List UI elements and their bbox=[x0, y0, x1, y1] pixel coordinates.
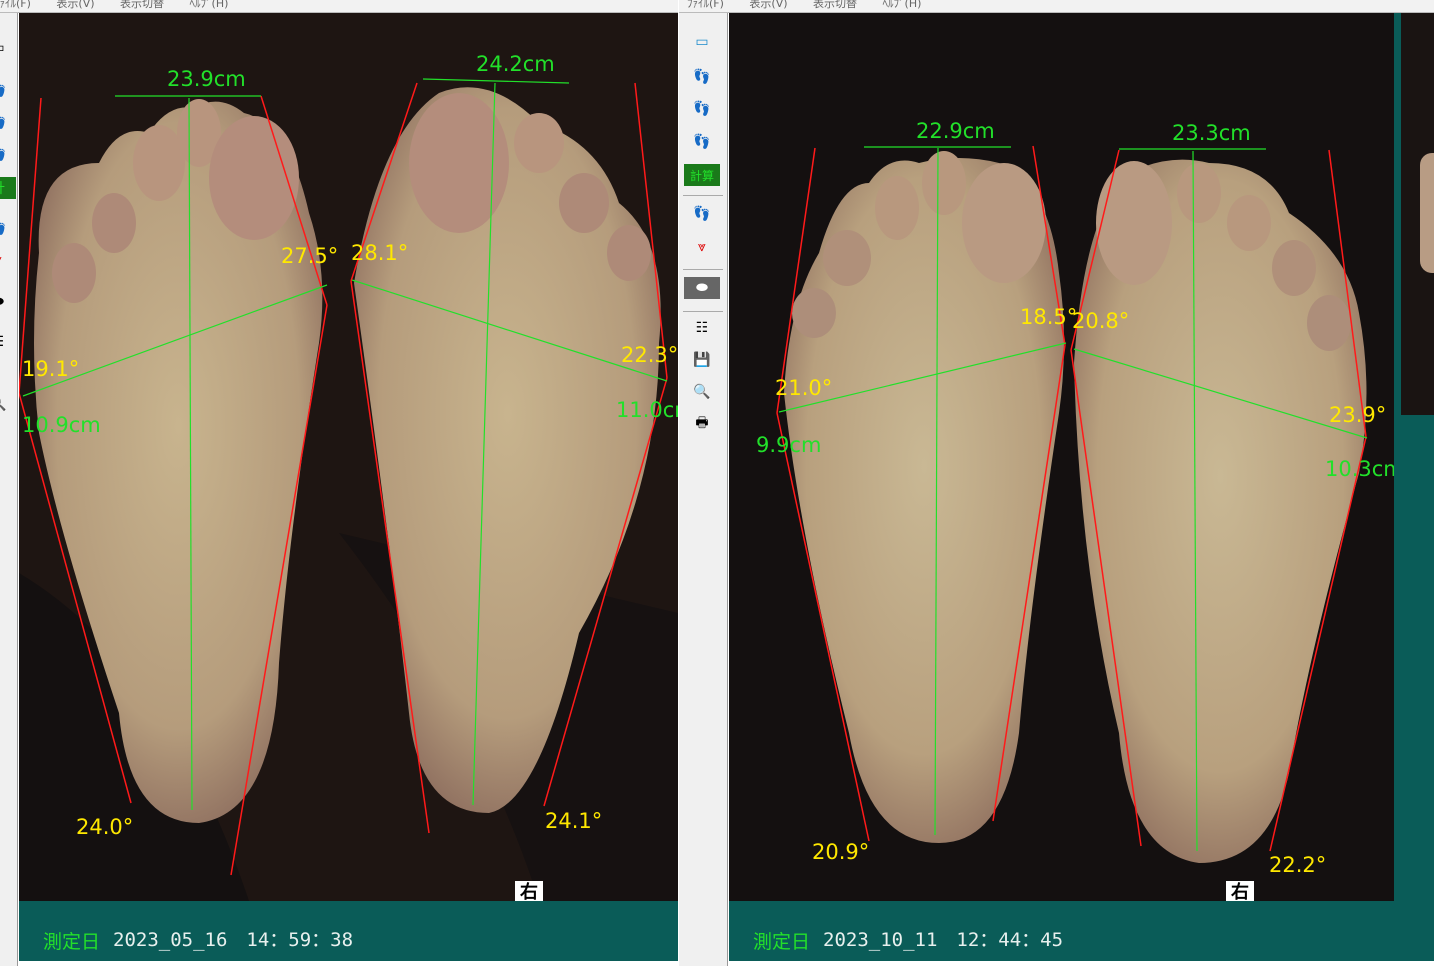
right-length-label: 24.2cm bbox=[476, 52, 555, 76]
gray-feet-icon[interactable]: 👣 bbox=[0, 111, 16, 133]
menu-help[interactable]: ﾍﾙﾌﾟ(H) bbox=[883, 0, 922, 10]
right-length-label: 23.3cm bbox=[1172, 121, 1251, 145]
toolbar-separator bbox=[683, 311, 723, 312]
right-window: ﾌｧｲﾙ(F) 表示(V) 表示切替 ﾍﾙﾌﾟ(H) ▭ 👣 👣 👣 計算 👣 … bbox=[679, 0, 1434, 966]
search-icon[interactable]: 🔍 bbox=[0, 393, 16, 415]
date-label-left: 測定日 bbox=[43, 931, 101, 953]
left-inner-angle-label: 27.5° bbox=[281, 244, 339, 268]
foot-scan-image-left: 23.9cm 24.2cm 27.5° 28.1° 19.1° 22.3° 10… bbox=[19, 13, 678, 901]
menu-help[interactable]: ﾍﾙﾌﾟ(H) bbox=[190, 0, 229, 10]
right-inner-angle-label: 20.8° bbox=[1072, 309, 1130, 333]
print-icon[interactable]: 🖶 bbox=[684, 413, 720, 435]
menu-switch[interactable]: 表示切替 bbox=[120, 0, 164, 10]
menu-file[interactable]: ﾌｧｲﾙ(F) bbox=[0, 0, 31, 10]
menu-switch[interactable]: 表示切替 bbox=[813, 0, 857, 10]
left-window: ﾌｧｲﾙ(F) 表示(V) 表示切替 ﾍﾙﾌﾟ(H) ▭ 👣 👣 👣 計 👣 ⩔… bbox=[0, 0, 678, 966]
report-icon[interactable]: ☷ bbox=[0, 331, 16, 353]
right-width-label: 10.3cm bbox=[1325, 457, 1394, 481]
menu-view[interactable]: 表示(V) bbox=[749, 0, 787, 10]
toolbar-separator bbox=[683, 195, 723, 196]
right-inner-angle-label: 28.1° bbox=[351, 241, 409, 265]
toolbar-right: ▭ 👣 👣 👣 計算 👣 ⩔ ⬬ ☷ 💾 🔍 🖶 bbox=[679, 13, 728, 966]
right-heel-angle-label: 24.1° bbox=[545, 809, 603, 833]
left-outer-angle-label: 21.0° bbox=[775, 376, 833, 400]
right-heel-angle-label: 22.2° bbox=[1269, 853, 1327, 877]
report-icon[interactable]: ☷ bbox=[684, 317, 720, 339]
menu-file[interactable]: ﾌｧｲﾙ(F) bbox=[687, 0, 724, 10]
right-width-label: 11.0cm bbox=[616, 398, 678, 422]
right-outer-angle-label: 22.3° bbox=[621, 343, 678, 367]
foot-scan-svg-right bbox=[729, 13, 1394, 901]
left-outer-angle-label: 19.1° bbox=[22, 357, 80, 381]
left-length-label: 23.9cm bbox=[167, 67, 246, 91]
menu-bar-right: ﾌｧｲﾙ(F) 表示(V) 表示切替 ﾍﾙﾌﾟ(H) bbox=[679, 0, 1434, 13]
toolbar-left: ▭ 👣 👣 👣 計 👣 ⩔ ⬬ ☷ 🔍 bbox=[0, 13, 18, 966]
footer-left: 測定日 2023_05_16 14：59：38 bbox=[19, 901, 678, 961]
color-feet-icon[interactable]: 👣 bbox=[0, 79, 16, 101]
calculate-button[interactable]: 計算 bbox=[684, 164, 720, 186]
left-heel-angle-label: 24.0° bbox=[76, 815, 134, 839]
scanner-icon[interactable]: ▭ bbox=[684, 31, 720, 53]
red-feet-icon[interactable]: 👣 bbox=[684, 203, 720, 225]
thumbnail-preview bbox=[1401, 13, 1434, 415]
red-feet-icon[interactable]: 👣 bbox=[0, 217, 16, 239]
gray-feet-icon[interactable]: 👣 bbox=[684, 98, 720, 120]
pressure-lines-icon[interactable]: ⩔ bbox=[684, 236, 720, 258]
pressure-lines-icon[interactable]: ⩔ bbox=[0, 249, 16, 271]
side-tag-left: 右 bbox=[515, 881, 543, 901]
menu-view[interactable]: 表示(V) bbox=[56, 0, 94, 10]
save-icon[interactable]: 💾 bbox=[684, 349, 720, 371]
toolbar-separator bbox=[683, 269, 723, 270]
left-inner-angle-label: 18.5° bbox=[1020, 305, 1078, 329]
right-outer-angle-label: 23.9° bbox=[1329, 403, 1387, 427]
shoe-icon[interactable]: ⬬ bbox=[0, 291, 16, 313]
color-feet-icon[interactable]: 👣 bbox=[684, 66, 720, 88]
search-icon[interactable]: 🔍 bbox=[684, 381, 720, 403]
scanner-icon[interactable]: ▭ bbox=[0, 37, 16, 59]
left-width-label: 10.9cm bbox=[22, 413, 101, 437]
left-width-label: 9.9cm bbox=[756, 433, 822, 457]
foot-scan-svg-left bbox=[19, 13, 678, 901]
blue-feet-icon[interactable]: 👣 bbox=[0, 143, 16, 165]
calculate-button[interactable]: 計 bbox=[0, 177, 16, 199]
side-tag-right: 右 bbox=[1226, 881, 1254, 901]
blue-feet-icon[interactable]: 👣 bbox=[684, 131, 720, 153]
footer-right: 測定日 2023_10_11 12：44：45 bbox=[729, 901, 1434, 961]
shoe-icon[interactable]: ⬬ bbox=[684, 277, 720, 299]
date-label-right: 測定日 bbox=[753, 931, 811, 953]
left-length-label: 22.9cm bbox=[916, 119, 995, 143]
menu-bar-left: ﾌｧｲﾙ(F) 表示(V) 表示切替 ﾍﾙﾌﾟ(H) bbox=[0, 0, 678, 13]
date-value-right: 2023_10_11 12：44：45 bbox=[823, 929, 1064, 951]
date-value-left: 2023_05_16 14：59：38 bbox=[113, 929, 354, 951]
foot-scan-image-right: 22.9cm 23.3cm 18.5° 20.8° 21.0° 23.9° 9.… bbox=[729, 13, 1394, 901]
left-heel-angle-label: 20.9° bbox=[812, 840, 870, 864]
